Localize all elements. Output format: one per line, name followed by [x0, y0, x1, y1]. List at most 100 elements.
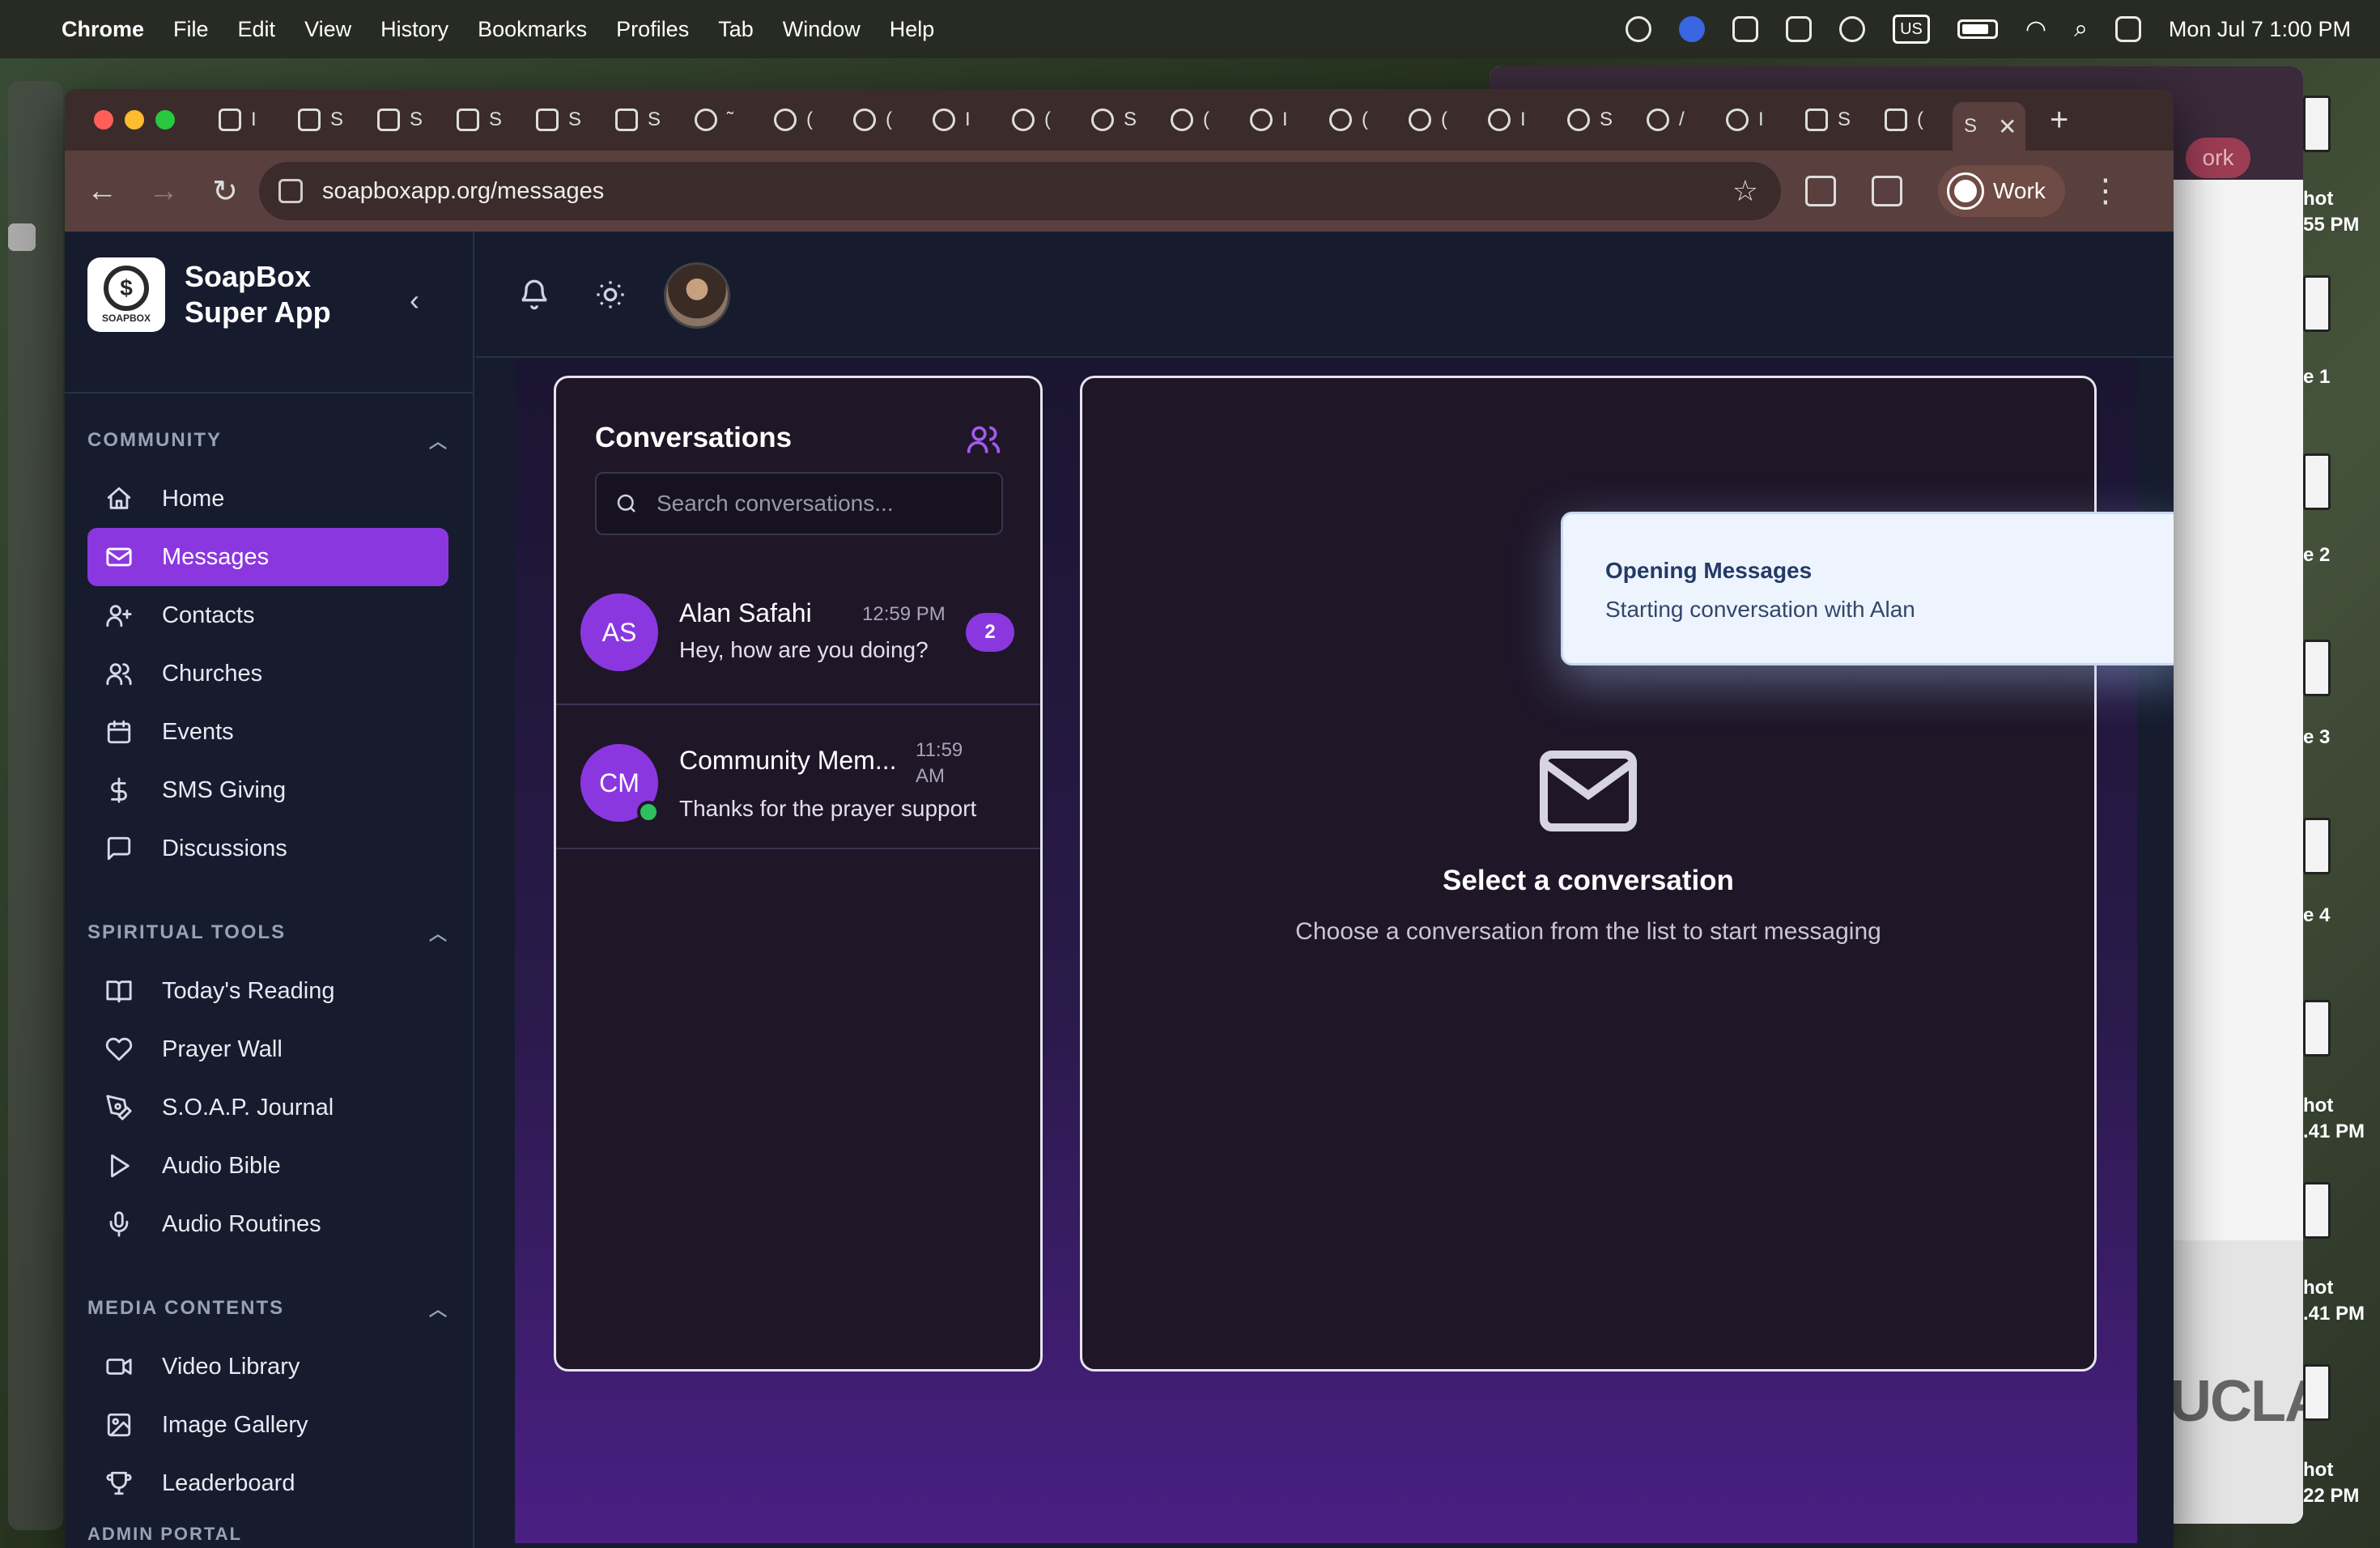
sidebar-item-today-s-reading[interactable]: Today's Reading — [87, 962, 448, 1020]
browser-tab[interactable]: S — [604, 100, 683, 139]
conversation-item-alan[interactable]: AS Alan Safahi 12:59 PM Hey, how are you… — [556, 561, 1040, 705]
browser-tab[interactable]: I — [1477, 100, 1556, 139]
menu-profiles[interactable]: Profiles — [616, 17, 689, 42]
conversation-item-community[interactable]: CM Community Mem... 11:59 AM Thanks for … — [556, 705, 1040, 849]
browser-tab[interactable]: ( — [1159, 100, 1239, 139]
desktop-file-thumb[interactable] — [2303, 640, 2331, 696]
menu-tab[interactable]: Tab — [718, 17, 754, 42]
section-header-media-contents[interactable]: MEDIA CONTENTS ︿ — [87, 1292, 448, 1325]
browser-tab[interactable]: I — [1239, 100, 1318, 139]
background-window-button[interactable]: ork — [2186, 138, 2250, 178]
zoom-menu-icon[interactable] — [1679, 16, 1706, 42]
url-text[interactable]: soapboxapp.org/messages — [322, 178, 604, 205]
sidebar-item-events[interactable]: Events — [87, 703, 448, 761]
desktop-file-thumb[interactable] — [2303, 275, 2331, 332]
desktop-file-thumb[interactable] — [2303, 1000, 2331, 1057]
sidebar-item-sms-giving[interactable]: SMS Giving — [87, 761, 448, 819]
user-avatar[interactable] — [664, 262, 730, 329]
browser-tab[interactable]: S — [525, 100, 604, 139]
control-center-icon[interactable] — [2114, 16, 2141, 42]
desktop-file-thumb[interactable] — [2303, 1364, 2331, 1421]
spotlight-search-icon[interactable]: ⌕ — [2074, 15, 2088, 43]
new-tab-button[interactable]: + — [2050, 102, 2068, 138]
desktop-file-thumb[interactable] — [2303, 453, 2331, 510]
extensions-icon[interactable] — [1805, 176, 1836, 206]
browser-tab[interactable]: S — [366, 100, 445, 139]
menu-history[interactable]: History — [380, 17, 448, 42]
sidebar-item-messages[interactable]: Messages — [87, 528, 448, 586]
profile-button[interactable]: Work — [1938, 165, 2065, 217]
sidebar-item-audio-bible[interactable]: Audio Bible — [87, 1137, 448, 1195]
menu-edit[interactable]: Edit — [238, 17, 276, 42]
sidebar-item-churches[interactable]: Churches — [87, 644, 448, 703]
desktop-file-thumb[interactable] — [2303, 818, 2331, 874]
sidebar-item-image-gallery[interactable]: Image Gallery — [87, 1396, 448, 1454]
toast-notification[interactable]: Opening Messages Starting conversation w… — [1561, 512, 2174, 666]
browser-tab[interactable]: S — [1794, 100, 1873, 139]
browser-tab[interactable]: I — [1715, 100, 1794, 139]
desktop-file-thumb[interactable] — [2303, 96, 2331, 152]
menu-window[interactable]: Window — [783, 17, 861, 42]
outlook-menu-icon[interactable] — [1732, 16, 1759, 42]
menu-bookmarks[interactable]: Bookmarks — [478, 17, 587, 42]
forward-button[interactable]: → — [139, 174, 188, 209]
browser-tab[interactable]: ( — [1001, 100, 1080, 139]
section-header-spiritual-tools[interactable]: SPIRITUAL TOOLS ︿ — [87, 916, 448, 949]
close-tab-icon[interactable]: ✕ — [1998, 113, 2017, 140]
teams-menu-icon[interactable] — [1786, 16, 1813, 42]
section-header-community[interactable]: COMMUNITY ︿ — [87, 424, 448, 457]
desktop-file-label[interactable]: e 4 — [2303, 903, 2380, 929]
browser-tab[interactable]: ( — [763, 100, 842, 139]
zoom-window-button[interactable] — [155, 110, 175, 130]
browser-tab[interactable]: S — [1556, 100, 1635, 139]
browser-tab[interactable]: / — [1635, 100, 1715, 139]
brand[interactable]: $ SOAPBOX SoapBox Super App — [87, 257, 363, 332]
desktop-file-label[interactable]: hot .41 PM — [2303, 1275, 2380, 1327]
users-icon[interactable] — [966, 422, 1001, 457]
desktop-file-label[interactable]: hot 22 PM — [2303, 1457, 2380, 1509]
desktop-file-label[interactable]: e 2 — [2303, 542, 2380, 568]
browser-tab[interactable]: S — [287, 100, 366, 139]
sidebar-item-leaderboard[interactable]: Leaderboard — [87, 1454, 448, 1512]
menubar-clock[interactable]: Mon Jul 7 1:00 PM — [2169, 17, 2351, 42]
play-menu-icon[interactable] — [1839, 16, 1866, 42]
section-header-admin-portal[interactable]: ADMIN PORTAL — [87, 1524, 242, 1545]
desktop-file-label[interactable]: e 3 — [2303, 725, 2380, 751]
chrome-menu-icon[interactable]: ⋮ — [2089, 172, 2122, 210]
back-button[interactable]: ← — [78, 174, 126, 209]
browser-tab[interactable]: I — [921, 100, 1001, 139]
desktop-file-label[interactable]: e 1 — [2303, 364, 2380, 390]
browser-tab[interactable]: S — [445, 100, 525, 139]
menu-file[interactable]: File — [173, 17, 209, 42]
bell-icon[interactable] — [518, 279, 550, 311]
desktop-file-label[interactable]: hot .41 PM — [2303, 1093, 2380, 1145]
desktop-file-label[interactable]: hot 55 PM — [2303, 186, 2380, 238]
sidebar-item-discussions[interactable]: Discussions — [87, 819, 448, 878]
reload-button[interactable]: ↻ — [201, 173, 249, 210]
site-info-icon[interactable] — [278, 179, 303, 203]
minimize-window-button[interactable] — [125, 110, 144, 130]
sidebar-item-contacts[interactable]: Contacts — [87, 586, 448, 644]
sidebar-item-prayer-wall[interactable]: Prayer Wall — [87, 1020, 448, 1078]
tab-search-icon[interactable] — [1872, 176, 1902, 206]
menu-app-name[interactable]: Chrome — [62, 17, 144, 42]
sun-icon[interactable] — [594, 279, 627, 311]
sidebar-item-home[interactable]: Home — [87, 470, 448, 528]
menu-help[interactable]: Help — [890, 17, 935, 42]
menu-view[interactable]: View — [304, 17, 351, 42]
browser-tab[interactable]: S — [1080, 100, 1159, 139]
sidebar-item-s-o-a-p-journal[interactable]: S.O.A.P. Journal — [87, 1078, 448, 1137]
trash-dock-icon[interactable] — [8, 223, 36, 251]
input-source-indicator[interactable]: US — [1893, 15, 1930, 44]
status-menu-icon[interactable] — [1626, 16, 1652, 42]
browser-tab[interactable]: ( — [1873, 100, 1953, 139]
sidebar-item-audio-routines[interactable]: Audio Routines — [87, 1195, 448, 1253]
wifi-icon[interactable]: ◠ — [2025, 15, 2046, 44]
browser-tab[interactable]: I — [207, 100, 287, 139]
search-conversations-input[interactable]: Search conversations... — [595, 472, 1003, 535]
collapse-sidebar-icon[interactable]: ‹ — [410, 283, 419, 317]
bookmark-star-icon[interactable]: ☆ — [1732, 174, 1758, 208]
browser-tab[interactable]: ( — [1397, 100, 1477, 139]
active-tab[interactable]: S ✕ — [1953, 102, 2025, 151]
sidebar-item-video-library[interactable]: Video Library — [87, 1337, 448, 1396]
